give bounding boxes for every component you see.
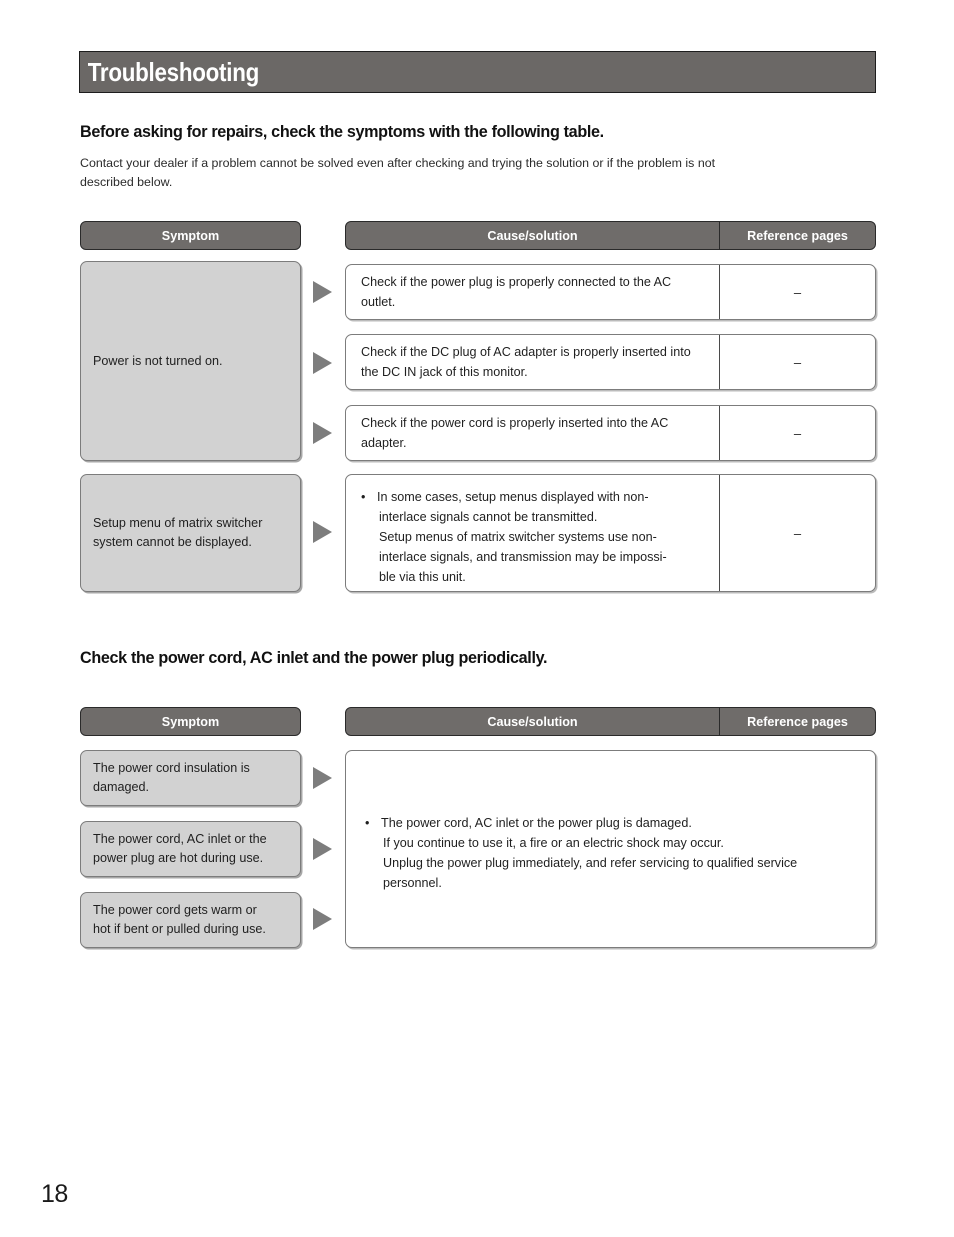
table-1-cause-4-line-4: interlace signals, and transmission may … [379, 550, 667, 564]
table-2-solution-bullet-block: • The power cord, AC inlet or the power … [346, 751, 875, 893]
document-page: Troubleshooting Before asking for repair… [0, 0, 954, 1237]
section-heading-1: Before asking for repairs, check the sym… [80, 122, 604, 141]
table-1-row-2: Check if the DC plug of AC adapter is pr… [345, 334, 876, 390]
intro-line-1: Contact your dealer if a problem cannot … [80, 156, 716, 170]
table-2-symptom-box-1: The power cord insulation is damaged. [80, 750, 301, 806]
table-1-cause-3: Check if the power cord is properly inse… [346, 406, 720, 460]
page-number: 18 [41, 1180, 68, 1208]
table-2-header-reference-label: Reference pages [747, 714, 848, 729]
table-2-header-cause: Cause/solution [346, 708, 720, 735]
table-1-symptom-text-1: Power is not turned on. [93, 353, 223, 368]
table-1-row-4: • In some cases, setup menus displayed w… [345, 474, 876, 592]
arrow-icon-row-5 [313, 767, 332, 789]
table-1-header-symptom-label: Symptom [161, 228, 220, 243]
section-heading-2: Check the power cord, AC inlet and the p… [80, 648, 548, 667]
table-1-header-right: Cause/solution Reference pages [345, 221, 876, 250]
table-2-symptom-1-line-2: damaged. [93, 780, 150, 794]
bullet-icon: • [361, 490, 366, 504]
table-2-symptom-1-line-1: The power cord insulation is [93, 761, 250, 775]
table-1-header-cause: Cause/solution [346, 222, 720, 249]
table-2-symptom-box-2: The power cord, AC inlet or the power pl… [80, 821, 301, 877]
intro-line-2: described below. [80, 175, 173, 189]
arrow-icon-row-1 [313, 281, 332, 303]
arrow-icon-row-4 [313, 521, 332, 543]
table-1-symptom-text-2: Setup menu of matrix switcher system can… [93, 516, 263, 549]
table-1-cause-4-line-3: Setup menus of matrix switcher systems u… [379, 530, 657, 544]
table-1-reference-3: – [793, 425, 802, 441]
table-1-header-cause-label: Cause/solution [487, 228, 578, 243]
table-1-cause-4-line-5: ble via this unit. [379, 570, 466, 584]
arrow-icon-row-7 [313, 908, 332, 930]
table-1-reference-4: – [793, 525, 802, 541]
table-1-cause-4-line-2: interlace signals cannot be transmitted. [379, 510, 598, 524]
table-2-symptom-3-line-1: The power cord gets warm or [93, 903, 257, 917]
section-1-intro: Contact your dealer if a problem cannot … [80, 154, 876, 192]
table-2-solution-line-2: If you continue to use it, a fire or an … [383, 836, 724, 850]
table-1-cause-2: Check if the DC plug of AC adapter is pr… [346, 335, 720, 389]
arrow-icon-row-2 [313, 352, 332, 374]
bullet-icon: • [365, 816, 370, 830]
table-1-cause-4-bullet-block: • In some cases, setup menus displayed w… [361, 487, 667, 587]
table-2-header-symptom: Symptom [80, 707, 301, 736]
table-2-header-cause-label: Cause/solution [487, 714, 578, 729]
table-1-reference-1: – [793, 284, 802, 300]
table-1-symptom-box-2: Setup menu of matrix switcher system can… [80, 474, 301, 592]
page-title: Troubleshooting [87, 56, 260, 87]
table-2-solution-line-3: Unplug the power plug immediately, and r… [383, 856, 798, 870]
arrow-icon-row-6 [313, 838, 332, 860]
table-1-row-3: Check if the power cord is properly inse… [345, 405, 876, 461]
table-2-header-right: Cause/solution Reference pages [345, 707, 876, 736]
table-1-header-reference-label: Reference pages [747, 228, 848, 243]
table-1-header-reference: Reference pages [720, 222, 875, 249]
table-1-reference-2: – [793, 354, 802, 370]
table-2-symptom-3-line-2: hot if bent or pulled during use. [93, 922, 266, 936]
page-title-bar: Troubleshooting [79, 51, 876, 93]
table-2-solution-line-1: The power cord, AC inlet or the power pl… [381, 816, 692, 830]
arrow-icon-row-3 [313, 422, 332, 444]
table-1-row-1: Check if the power plug is properly conn… [345, 264, 876, 320]
table-2-solution-line-4: personnel. [383, 876, 442, 890]
table-2-header-symptom-label: Symptom [161, 714, 220, 729]
table-1-symptom-box-1: Power is not turned on. [80, 261, 301, 461]
table-1-header-symptom: Symptom [80, 221, 301, 250]
table-1-cause-4: • In some cases, setup menus displayed w… [346, 475, 720, 591]
table-1-cause-4-line-1: In some cases, setup menus displayed wit… [377, 490, 649, 504]
table-2-solution-box: • The power cord, AC inlet or the power … [345, 750, 876, 948]
table-2-symptom-box-3: The power cord gets warm or hot if bent … [80, 892, 301, 948]
table-2-header-reference: Reference pages [720, 708, 875, 735]
table-2-symptom-2-line-2: power plug are hot during use. [93, 851, 264, 865]
table-1-cause-1: Check if the power plug is properly conn… [346, 265, 720, 319]
table-2-symptom-2-line-1: The power cord, AC inlet or the [93, 832, 267, 846]
